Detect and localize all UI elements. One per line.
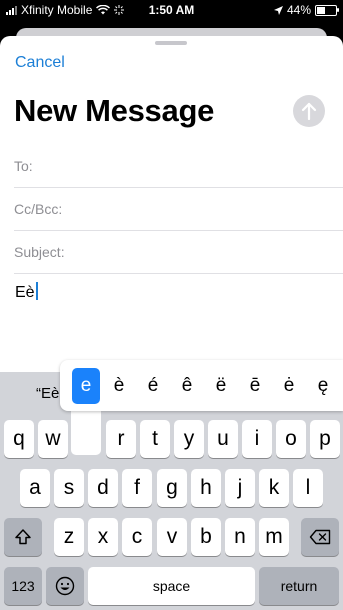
battery-icon xyxy=(315,4,339,16)
accent-popup: e è é ê ë ē ė ę xyxy=(60,360,343,411)
key-r[interactable]: r xyxy=(106,420,136,458)
suggestion-item[interactable]: “Eè xyxy=(36,385,59,402)
emoji-icon xyxy=(55,576,75,596)
accent-option-e-ogonek[interactable]: ę xyxy=(309,368,337,404)
sheet-grabber[interactable] xyxy=(155,41,187,45)
status-bar: Xfinity Mobile 1:50 AM 44% xyxy=(0,0,343,20)
message-body-text: Eè xyxy=(15,284,35,301)
key-j[interactable]: j xyxy=(225,469,255,507)
shift-icon xyxy=(15,529,31,545)
key-a[interactable]: a xyxy=(20,469,50,507)
status-right: 44% xyxy=(273,3,339,17)
key-f[interactable]: f xyxy=(122,469,152,507)
text-cursor xyxy=(35,282,38,300)
to-label: To: xyxy=(14,158,33,174)
space-key[interactable]: space xyxy=(88,567,255,605)
key-g[interactable]: g xyxy=(157,469,187,507)
page-title: New Message xyxy=(14,93,215,128)
key-y[interactable]: y xyxy=(174,420,204,458)
key-w[interactable]: w xyxy=(38,420,68,458)
battery-percent: 44% xyxy=(286,3,311,17)
emoji-key[interactable] xyxy=(46,567,84,605)
key-o[interactable]: o xyxy=(276,420,306,458)
key-s[interactable]: s xyxy=(54,469,84,507)
send-arrow-icon xyxy=(301,102,317,120)
accent-option-e-grave[interactable]: è xyxy=(105,368,133,404)
accent-option-e-diaeresis[interactable]: ë xyxy=(207,368,235,404)
key-n[interactable]: n xyxy=(225,518,255,556)
cancel-button[interactable]: Cancel xyxy=(15,54,65,72)
accent-option-e-dot[interactable]: ė xyxy=(275,368,303,404)
accent-option-e-acute[interactable]: é xyxy=(139,368,167,404)
subject-label: Subject: xyxy=(14,244,65,260)
message-body[interactable]: Eè xyxy=(15,282,38,302)
accent-option-e-macron[interactable]: ē xyxy=(241,368,269,404)
key-v[interactable]: v xyxy=(157,518,187,556)
delete-key[interactable] xyxy=(301,518,339,556)
accent-option-e[interactable]: e xyxy=(72,368,100,404)
accent-option-e-circumflex[interactable]: ê xyxy=(173,368,201,404)
ccbcc-label: Cc/Bcc: xyxy=(14,201,63,217)
key-q[interactable]: q xyxy=(4,420,34,458)
ccbcc-field[interactable]: Cc/Bcc: xyxy=(14,187,343,231)
to-field[interactable]: To: xyxy=(14,144,343,188)
battery-fill xyxy=(317,6,325,14)
send-button[interactable] xyxy=(293,95,325,127)
key-d[interactable]: d xyxy=(88,469,118,507)
key-c[interactable]: c xyxy=(122,518,152,556)
key-u[interactable]: u xyxy=(208,420,238,458)
accent-popup-stem xyxy=(71,405,101,455)
key-m[interactable]: m xyxy=(259,518,289,556)
key-b[interactable]: b xyxy=(191,518,221,556)
numbers-key[interactable]: 123 xyxy=(4,567,42,605)
subject-field[interactable]: Subject: xyxy=(14,230,343,274)
key-k[interactable]: k xyxy=(259,469,289,507)
key-x[interactable]: x xyxy=(88,518,118,556)
shift-key[interactable] xyxy=(4,518,42,556)
return-key[interactable]: return xyxy=(259,567,339,605)
key-h[interactable]: h xyxy=(191,469,221,507)
key-z[interactable]: z xyxy=(54,518,84,556)
key-l[interactable]: l xyxy=(293,469,323,507)
location-icon xyxy=(273,5,283,15)
key-p[interactable]: p xyxy=(310,420,340,458)
delete-icon xyxy=(309,529,331,545)
key-i[interactable]: i xyxy=(242,420,272,458)
key-t[interactable]: t xyxy=(140,420,170,458)
